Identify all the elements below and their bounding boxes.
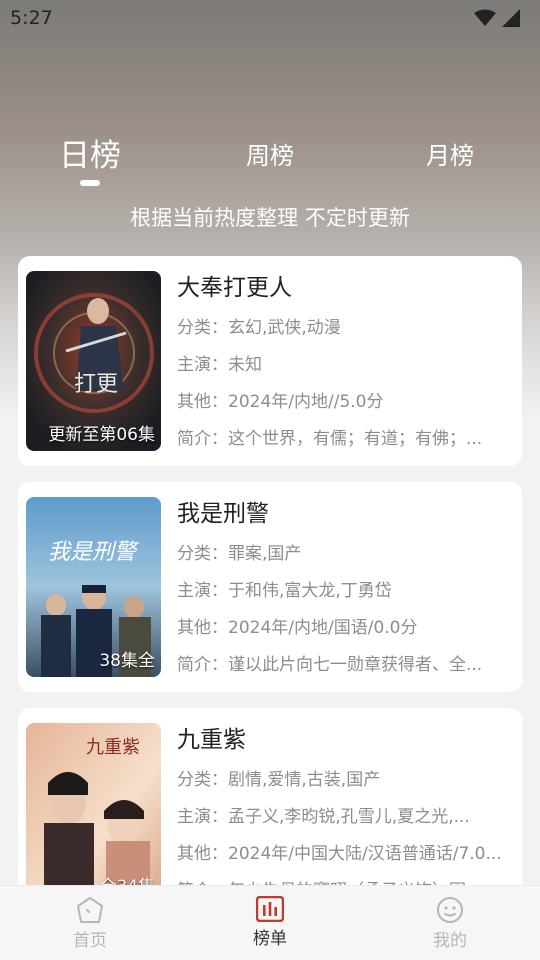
nav-ranking-label: 榜单 (253, 929, 287, 949)
show-other: 其他：2024年/内地/国语/0.0分 (177, 618, 418, 638)
svg-text:我是刑警: 我是刑警 (48, 540, 140, 565)
smile-icon (437, 897, 463, 923)
show-info: 我是刑警 分类：罪案,国产 主演：于和伟,富大龙,丁勇岱 其他：2024年/内地… (177, 494, 507, 684)
show-cast: 主演：于和伟,富大龙,丁勇岱 (177, 581, 392, 601)
svg-text:九重紫: 九重紫 (86, 737, 140, 758)
show-other: 其他：2024年/内地//5.0分 (177, 392, 384, 412)
svg-text:打更: 打更 (74, 372, 118, 397)
tab-daily[interactable]: 日榜 (50, 130, 130, 186)
chart-icon (256, 896, 284, 922)
show-cast: 主演：未知 (177, 355, 262, 375)
tab-active-indicator (80, 180, 100, 186)
signal-icon (502, 9, 520, 27)
status-icons (474, 9, 520, 27)
show-summary: 简介：这个世界，有儒；有道；有佛；... (177, 429, 483, 449)
show-info: 九重紫 分类：剧情,爱情,古装,国产 主演：孟子义,李昀锐,孔雪儿,夏之光,..… (177, 720, 507, 910)
show-title: 我是刑警 (177, 501, 269, 527)
nav-profile-label: 我的 (433, 931, 467, 951)
episode-badge: 38集全 (99, 651, 155, 671)
status-bar: 5:27 (0, 0, 540, 36)
show-cast: 主演：孟子义,李昀锐,孔雪儿,夏之光,... (177, 807, 470, 827)
show-card[interactable]: 我是刑警 38集全 我是刑警 分类：罪案,国产 主演：于和伟,富大龙,丁勇岱 其… (18, 482, 522, 692)
nav-profile[interactable]: 我的 (400, 896, 500, 951)
home-icon (77, 897, 103, 923)
tab-monthly[interactable]: 月榜 (412, 130, 488, 186)
show-title: 九重紫 (177, 727, 246, 753)
ranking-subtitle: 根据当前热度整理 不定时更新 (130, 206, 410, 230)
show-poster[interactable]: 打更 更新至第06集 (26, 271, 161, 451)
show-title: 大奉打更人 (177, 275, 292, 301)
wifi-icon (474, 9, 496, 26)
show-category: 分类：玄幻,武侠,动漫 (177, 318, 341, 338)
status-time: 5:27 (10, 7, 53, 29)
show-summary: 简介：谨以此片向七一勋章获得者、全... (177, 655, 483, 675)
show-card[interactable]: 打更 更新至第06集 大奉打更人 分类：玄幻,武侠,动漫 主演：未知 其他：20… (18, 256, 522, 466)
show-poster[interactable]: 我是刑警 38集全 (26, 497, 161, 677)
show-info: 大奉打更人 分类：玄幻,武侠,动漫 主演：未知 其他：2024年/内地//5.0… (177, 268, 507, 458)
show-category: 分类：剧情,爱情,古装,国产 (177, 770, 381, 790)
tab-weekly[interactable]: 周榜 (232, 130, 308, 186)
show-poster[interactable]: 九重紫 全34集 (26, 723, 161, 903)
tab-monthly-label: 月榜 (426, 142, 474, 170)
episode-badge: 更新至第06集 (48, 425, 155, 445)
nav-ranking[interactable]: 榜单 (220, 896, 320, 949)
nav-home[interactable]: 首页 (40, 896, 140, 951)
ranking-tabs: 日榜 周榜 月榜 (0, 130, 540, 190)
show-category: 分类：罪案,国产 (177, 544, 302, 564)
ranking-list: 打更 更新至第06集 大奉打更人 分类：玄幻,武侠,动漫 主演：未知 其他：20… (18, 256, 522, 934)
tab-weekly-label: 周榜 (246, 142, 294, 170)
bottom-nav: 首页 榜单 我的 (0, 885, 540, 960)
nav-home-label: 首页 (73, 931, 107, 951)
tab-daily-label: 日榜 (59, 138, 121, 174)
show-other: 其他：2024年/中国大陆/汉语普通话/7.0... (177, 844, 502, 864)
